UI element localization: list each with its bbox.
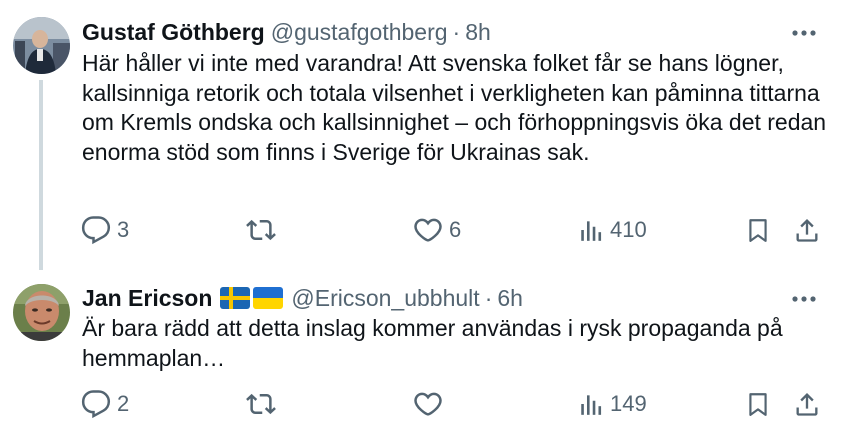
tweet-header: Gustaf Göthberg @gustafgothberg · 8h xyxy=(82,14,491,50)
tweet-text: Är bara rädd att detta inslag kommer anv… xyxy=(82,315,783,371)
thread-line xyxy=(39,80,43,270)
tweet[interactable]: Gustaf Göthberg @gustafgothberg · 8h Här… xyxy=(0,0,852,270)
reply-icon xyxy=(81,390,111,419)
views-count: 149 xyxy=(610,391,647,416)
reply-icon xyxy=(81,216,111,245)
author-name[interactable]: Jan Ericson xyxy=(82,285,212,312)
like-button[interactable] xyxy=(413,384,449,424)
bookmark-icon xyxy=(749,219,767,242)
share-icon xyxy=(796,219,818,242)
name-flags xyxy=(220,287,284,309)
tweet-actions: 3 6 410 xyxy=(75,210,835,250)
views-count: 410 xyxy=(610,217,647,242)
bookmark-button[interactable] xyxy=(745,210,771,250)
author-name[interactable]: Gustaf Göthberg xyxy=(82,19,265,46)
reply-count: 2 xyxy=(117,391,130,416)
avatar[interactable] xyxy=(13,284,70,341)
reply-button[interactable]: 2 xyxy=(81,384,129,424)
views-icon xyxy=(581,221,602,241)
retweet-button[interactable] xyxy=(245,210,283,250)
retweet-button[interactable] xyxy=(245,384,283,424)
tweet-actions: 2 149 xyxy=(75,384,835,424)
ukrainian-flag-icon xyxy=(253,287,284,309)
like-icon xyxy=(414,392,442,416)
share-button[interactable] xyxy=(793,384,821,424)
timestamp[interactable]: 6h xyxy=(497,285,523,312)
avatar-image xyxy=(13,284,70,341)
like-icon xyxy=(414,218,442,242)
timestamp[interactable]: 8h xyxy=(465,19,491,46)
author-handle[interactable]: @Ericson_ubbhult xyxy=(291,285,479,312)
tweet-text: Här håller vi inte med varandra! Att sve… xyxy=(82,50,827,165)
like-count: 6 xyxy=(449,217,462,242)
more-dots-icon xyxy=(792,30,816,36)
tweet-header: Jan Ericson @Ericson_ubbhult · 6h xyxy=(82,280,523,316)
avatar-image xyxy=(13,17,70,74)
separator: · xyxy=(484,284,493,311)
separator: · xyxy=(452,18,461,45)
more-options-button[interactable] xyxy=(784,284,824,314)
share-icon xyxy=(796,393,818,416)
author-handle[interactable]: @gustafgothberg xyxy=(271,19,448,46)
retweet-icon xyxy=(246,393,276,415)
bookmark-button[interactable] xyxy=(745,384,771,424)
bookmark-icon xyxy=(749,393,767,416)
like-button[interactable]: 6 xyxy=(413,210,461,250)
retweet-icon xyxy=(246,219,276,241)
avatar[interactable] xyxy=(13,17,70,74)
reply-button[interactable]: 3 xyxy=(81,210,129,250)
views-button[interactable]: 410 xyxy=(578,210,647,250)
views-icon xyxy=(581,395,602,415)
views-button[interactable]: 149 xyxy=(578,384,647,424)
more-options-button[interactable] xyxy=(784,18,824,48)
reply-count: 3 xyxy=(117,217,130,242)
tweet[interactable]: Jan Ericson @Ericson_ubbhult · 6h Är bar… xyxy=(0,268,852,442)
share-button[interactable] xyxy=(793,210,821,250)
swedish-flag-icon xyxy=(220,287,251,309)
more-dots-icon xyxy=(792,296,816,302)
